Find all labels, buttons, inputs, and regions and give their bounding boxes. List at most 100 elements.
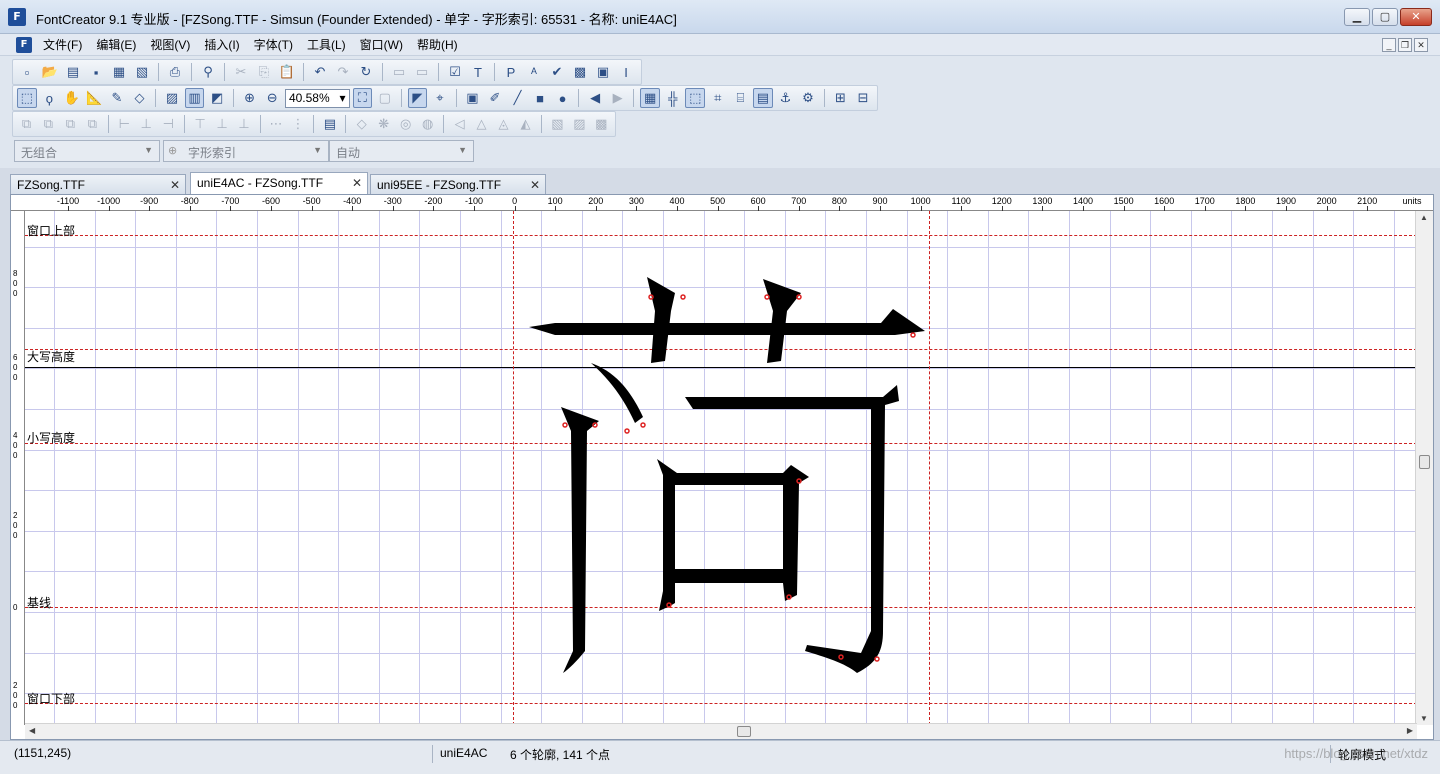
refresh-icon[interactable]: ↻	[356, 62, 376, 82]
flip-h-icon[interactable]: △	[472, 114, 491, 134]
paste-icon[interactable]: 📋	[277, 62, 297, 82]
menu-font[interactable]: 字体(T)	[247, 37, 300, 53]
glyph-properties-icon[interactable]: ▭	[389, 62, 409, 82]
font-properties-icon[interactable]: ▭	[412, 62, 432, 82]
show-guides-icon[interactable]: ⬚	[685, 88, 706, 108]
close-tab-icon[interactable]: ✕	[352, 176, 362, 190]
close-tab-icon[interactable]: ✕	[170, 178, 180, 192]
horizontal-scroll-thumb[interactable]	[737, 726, 751, 737]
forward-icon[interactable]: ▶	[608, 88, 628, 108]
align-center-icon[interactable]: ⊥	[137, 114, 156, 134]
grid-snap-icon[interactable]: ▥	[184, 88, 205, 108]
fill-icon[interactable]: ◩	[207, 88, 227, 108]
scroll-right-icon[interactable]: ▶	[1407, 726, 1413, 735]
scroll-down-icon[interactable]: ▼	[1420, 714, 1428, 723]
zoom-in-icon[interactable]: ⊕	[240, 88, 260, 108]
menu-tools[interactable]: 工具(L)	[300, 37, 353, 53]
order-icon[interactable]: ▩	[592, 114, 611, 134]
union-icon[interactable]: ⧉	[17, 114, 36, 134]
glyph-outline[interactable]	[25, 211, 1417, 725]
minimize-button[interactable]: ▁	[1344, 8, 1370, 26]
contour-node[interactable]	[874, 656, 880, 662]
redo-icon[interactable]: ↷	[333, 62, 353, 82]
hand-pan-icon[interactable]: ✋	[62, 88, 82, 108]
skew-icon[interactable]: ◬	[494, 114, 513, 134]
scroll-left-icon[interactable]: ◀	[29, 726, 35, 735]
install-font-icon[interactable]: ▣	[593, 62, 613, 82]
cut-icon[interactable]: ✂	[231, 62, 251, 82]
scroll-up-icon[interactable]: ▲	[1420, 213, 1428, 222]
contour-node[interactable]	[764, 294, 770, 300]
contour-node[interactable]	[640, 422, 646, 428]
exclude-icon[interactable]: ⧉	[83, 114, 102, 134]
copy-icon[interactable]: ⎘	[254, 62, 274, 82]
preview-icon[interactable]: P	[501, 62, 521, 82]
link-icon[interactable]: ⊟	[853, 88, 873, 108]
hint-icon[interactable]: ⚙	[798, 88, 818, 108]
align-top-icon[interactable]: ⊤	[191, 114, 210, 134]
anchor-icon[interactable]: ⚓	[776, 88, 796, 108]
text-cursor-icon[interactable]: I	[616, 62, 636, 82]
background-image-icon[interactable]: ▨	[162, 88, 182, 108]
convert-icon[interactable]: ◎	[396, 114, 415, 134]
vertical-scroll-thumb[interactable]	[1419, 455, 1430, 469]
align-left-icon[interactable]: ⊢	[115, 114, 134, 134]
select-rect-icon[interactable]: ⬚	[17, 88, 37, 108]
contour-node[interactable]	[592, 422, 598, 428]
zoom-select[interactable]: 40.58% ▾	[284, 88, 350, 108]
maximize-button[interactable]: ▢	[1372, 8, 1398, 26]
open-project-icon[interactable]: ▤	[63, 62, 83, 82]
fit-window-icon[interactable]: ⛶	[352, 88, 373, 108]
pointer-icon[interactable]: ◤	[407, 88, 428, 108]
mdi-minimize-button[interactable]: _	[1382, 38, 1396, 52]
show-bbox-icon[interactable]: ▤	[753, 88, 773, 108]
erase-icon[interactable]: ◇	[352, 114, 371, 134]
insert-image-icon[interactable]: ▣	[463, 88, 483, 108]
ellipse-icon[interactable]: ●	[553, 88, 573, 108]
composite-icon[interactable]: ⊞	[831, 88, 851, 108]
spell-icon[interactable]: ᴬ	[524, 62, 544, 82]
export-icon[interactable]: ▧	[132, 62, 152, 82]
test-font-icon[interactable]: T	[468, 62, 488, 82]
mirror-icon[interactable]: ◭	[516, 114, 535, 134]
edit-icon[interactable]: ✐	[485, 88, 505, 108]
contour-node[interactable]	[624, 428, 630, 434]
align-middle-icon[interactable]: ⊥	[213, 114, 232, 134]
pen-icon[interactable]: ✎	[107, 88, 127, 108]
menu-file[interactable]: 文件(F)	[36, 37, 89, 53]
intersect-icon[interactable]: ⧉	[61, 114, 80, 134]
save-icon[interactable]: ▪	[86, 62, 106, 82]
find-icon[interactable]: ⚲	[198, 62, 218, 82]
show-points-icon[interactable]: ⌗	[708, 88, 728, 108]
menu-insert[interactable]: 插入(I)	[197, 37, 246, 53]
new-file-icon[interactable]: ▫	[17, 62, 37, 82]
line-tool-icon[interactable]: ╱	[508, 88, 528, 108]
check-icon[interactable]: ✔	[547, 62, 567, 82]
menu-view[interactable]: 视图(V)	[143, 37, 197, 53]
font-overview-icon[interactable]: ▩	[570, 62, 590, 82]
lasso-icon[interactable]: ϙ	[40, 88, 60, 108]
print-icon[interactable]: ⎙	[165, 62, 185, 82]
show-metrics-icon[interactable]: ⌸	[731, 88, 751, 108]
tab-unie4ac[interactable]: uniE4AC - FZSong.TTF ✕	[190, 172, 368, 194]
glyph-canvas[interactable]: 窗口上部 大写高度 小写高度 基线 窗口下部	[25, 211, 1417, 725]
fontcreator-app-icon[interactable]: F	[8, 8, 26, 26]
document-icon[interactable]: F	[16, 37, 32, 53]
crosshair-icon[interactable]: ╬	[663, 88, 683, 108]
show-grid-icon[interactable]: ▦	[640, 88, 660, 108]
tab-uni95ee[interactable]: uni95EE - FZSong.TTF ✕	[370, 174, 546, 194]
horizontal-scrollbar[interactable]: ◀ ▶	[25, 723, 1417, 739]
distribute-h-icon[interactable]: ⋯	[267, 114, 286, 134]
contour-node[interactable]	[796, 294, 802, 300]
subtract-icon[interactable]: ⧉	[39, 114, 58, 134]
mode-combo[interactable]: 自动 ▼	[329, 140, 474, 162]
mdi-close-button[interactable]: ✕	[1414, 38, 1428, 52]
contour-node[interactable]	[680, 294, 686, 300]
close-tab-icon[interactable]: ✕	[530, 178, 540, 192]
save-all-icon[interactable]: ▦	[109, 62, 129, 82]
mdi-restore-button[interactable]: ❐	[1398, 38, 1412, 52]
menu-edit[interactable]: 编辑(E)	[89, 37, 143, 53]
undo-icon[interactable]: ↶	[310, 62, 330, 82]
rotate-icon[interactable]: ◁	[450, 114, 469, 134]
open-folder-icon[interactable]: 📂	[40, 62, 60, 82]
